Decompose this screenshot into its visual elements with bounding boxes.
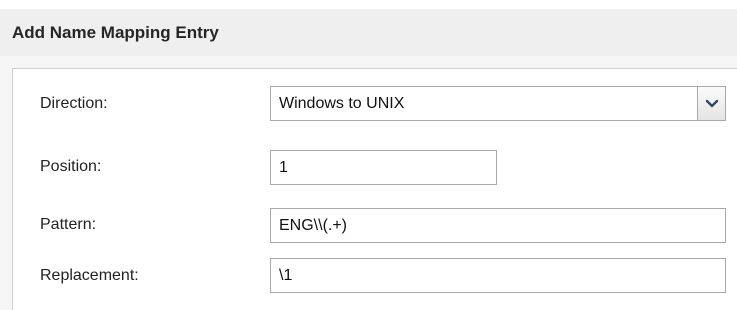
replacement-input[interactable]: \1: [270, 258, 726, 293]
direction-label: Direction:: [40, 95, 108, 112]
position-input[interactable]: 1: [270, 150, 497, 185]
pattern-label: Pattern:: [40, 216, 97, 233]
replacement-value: \1: [279, 266, 293, 284]
dialog-title: Add Name Mapping Entry: [12, 22, 219, 42]
direction-select[interactable]: Windows to UNIX: [270, 86, 726, 121]
add-name-mapping-dialog: Add Name Mapping Entry Direction: Window…: [0, 0, 737, 310]
replacement-label: Replacement:: [40, 267, 139, 284]
direction-dropdown-button[interactable]: [697, 87, 725, 120]
position-label: Position:: [40, 158, 102, 175]
position-value: 1: [279, 158, 288, 176]
chevron-down-icon: [705, 99, 718, 107]
pattern-input[interactable]: ENG\\(.+): [270, 208, 726, 243]
dialog-header: Add Name Mapping Entry: [0, 9, 737, 56]
direction-value: Windows to UNIX: [279, 94, 405, 112]
pattern-value: ENG\\(.+): [279, 216, 348, 234]
